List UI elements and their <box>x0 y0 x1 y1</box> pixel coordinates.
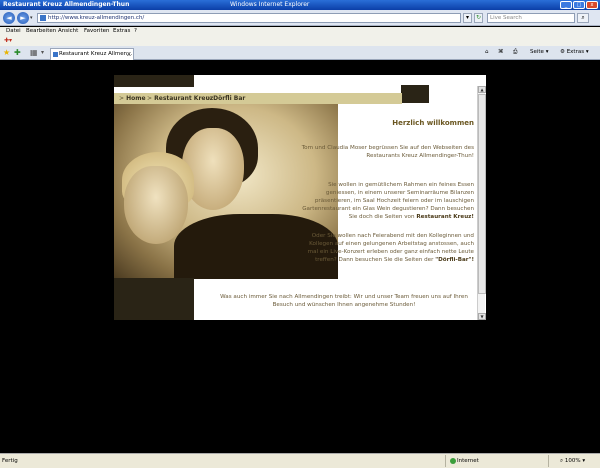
page-scrollbar[interactable]: ▲ ▼ <box>477 86 486 320</box>
globe-icon <box>450 458 456 464</box>
restaurant-link[interactable]: Restaurant Kreuz! <box>416 214 474 220</box>
security-zone: Internet <box>457 458 479 464</box>
tab-close-icon[interactable]: x <box>127 49 131 59</box>
tools-menu-button[interactable]: ⚙ Extras ▾ <box>560 49 589 55</box>
website-content: > Home > Restaurant Kreuz > Dörfli Bar H… <box>114 75 486 320</box>
links-bar: ✚▾ <box>0 36 600 46</box>
url-text: http://www.kreuz-allmendingen.ch/ <box>48 15 145 21</box>
maximize-button[interactable]: □ <box>573 1 585 9</box>
menu-item-favoriten[interactable]: Favoriten <box>84 28 109 34</box>
scroll-thumb[interactable] <box>478 94 486 294</box>
welcome-heading: Herzlich willkommen <box>392 119 474 127</box>
search-icon[interactable]: ⌕ <box>577 13 589 23</box>
tab-bar: ★ ✚ ▦ ▾ Restaurant Kreuz Allmen... x ⌂ ⌘… <box>0 46 600 60</box>
menu-item-bearbeiten[interactable]: Bearbeiten <box>26 28 56 34</box>
url-input[interactable]: http://www.kreuz-allmendingen.ch/ <box>37 13 461 23</box>
tab-list-icon[interactable]: ▾ <box>41 48 44 58</box>
menu-item-extras[interactable]: Extras <box>113 28 130 34</box>
page-icon <box>53 52 58 57</box>
address-dropdown-icon[interactable]: ▾ <box>463 13 472 23</box>
closing-paragraph: Was auch immer Sie nach Allmendingen tre… <box>220 294 468 308</box>
feeds-icon[interactable]: ⌘ <box>498 49 504 55</box>
nav-home[interactable]: > Home <box>119 95 146 102</box>
page-icon <box>40 15 46 21</box>
scroll-up-icon[interactable]: ▲ <box>478 86 486 93</box>
decor-block-bottom-left <box>114 278 194 320</box>
restaurant-paragraph: Sie wollen in gemütlichem Rahmen ein fei… <box>302 182 474 220</box>
window-controls: _ □ x <box>560 1 598 9</box>
tools-gear-icon: ⚙ <box>560 49 565 55</box>
page-menu-label: Seite <box>530 49 544 55</box>
close-button[interactable]: x <box>586 1 598 9</box>
forward-button[interactable]: ► <box>17 12 29 24</box>
favorites-star-icon[interactable]: ★ <box>3 48 10 58</box>
tab-restaurant-kreuz[interactable]: Restaurant Kreuz Allmen... x <box>50 48 134 60</box>
menu-item-datei[interactable]: Datei <box>6 28 21 34</box>
tab-label: Restaurant Kreuz Allmen... <box>59 51 133 57</box>
nav-restaurant-kreuz[interactable]: > Restaurant Kreuz <box>147 95 213 102</box>
page-menu-button[interactable]: Seite ▾ <box>530 49 548 55</box>
search-input[interactable]: Live Search <box>487 13 575 23</box>
refresh-button[interactable]: ↻ <box>474 13 483 23</box>
quick-tabs-icon[interactable]: ▦ <box>30 48 38 58</box>
history-dropdown-icon[interactable]: ▾ <box>30 15 33 21</box>
zoom-icon: ⌕ <box>560 458 564 464</box>
title-bar: Restaurant Kreuz Allmendingen-Thun Windo… <box>0 0 600 10</box>
menu-bar: Datei Bearbeiten Ansicht Favoriten Extra… <box>0 27 600 36</box>
menu-item-help[interactable]: ? <box>134 28 137 34</box>
zoom-level[interactable]: ⌕ 100% ▾ <box>560 458 585 465</box>
bar-link[interactable]: "Dörfli-Bar"! <box>435 257 474 263</box>
status-bar: Fertig Internet ⌕ 100% ▾ <box>0 453 600 468</box>
site-navigation: > Home > Restaurant Kreuz > Dörfli Bar <box>114 93 402 104</box>
decor-block-top-left <box>114 75 194 87</box>
tools-menu-label: Extras <box>566 49 585 55</box>
nav-doerfli-bar[interactable]: > Dörfli Bar <box>206 95 245 102</box>
scroll-down-icon[interactable]: ▼ <box>478 313 486 320</box>
add-favorite-icon[interactable]: ✚ <box>14 48 21 58</box>
print-icon[interactable]: ⎙ <box>513 49 517 56</box>
decor-block-top-right <box>401 85 429 103</box>
back-button[interactable]: ◄ <box>3 12 15 24</box>
links-icon[interactable]: ✚▾ <box>4 37 12 44</box>
window-title: Restaurant Kreuz Allmendingen-Thun <box>3 1 130 8</box>
menu-item-ansicht[interactable]: Ansicht <box>58 28 78 34</box>
bar-paragraph: Oder Sie wollen nach Feierabend mit den … <box>307 233 474 263</box>
home-icon[interactable]: ⌂ <box>485 49 489 55</box>
app-name: Windows Internet Explorer <box>230 1 310 8</box>
minimize-button[interactable]: _ <box>560 1 572 9</box>
address-bar: ◄ ► ▾ http://www.kreuz-allmendingen.ch/ … <box>0 10 600 26</box>
status-text: Fertig <box>2 458 18 464</box>
intro-paragraph: Tom und Claudia Moser begrüssen Sie auf … <box>301 145 474 159</box>
